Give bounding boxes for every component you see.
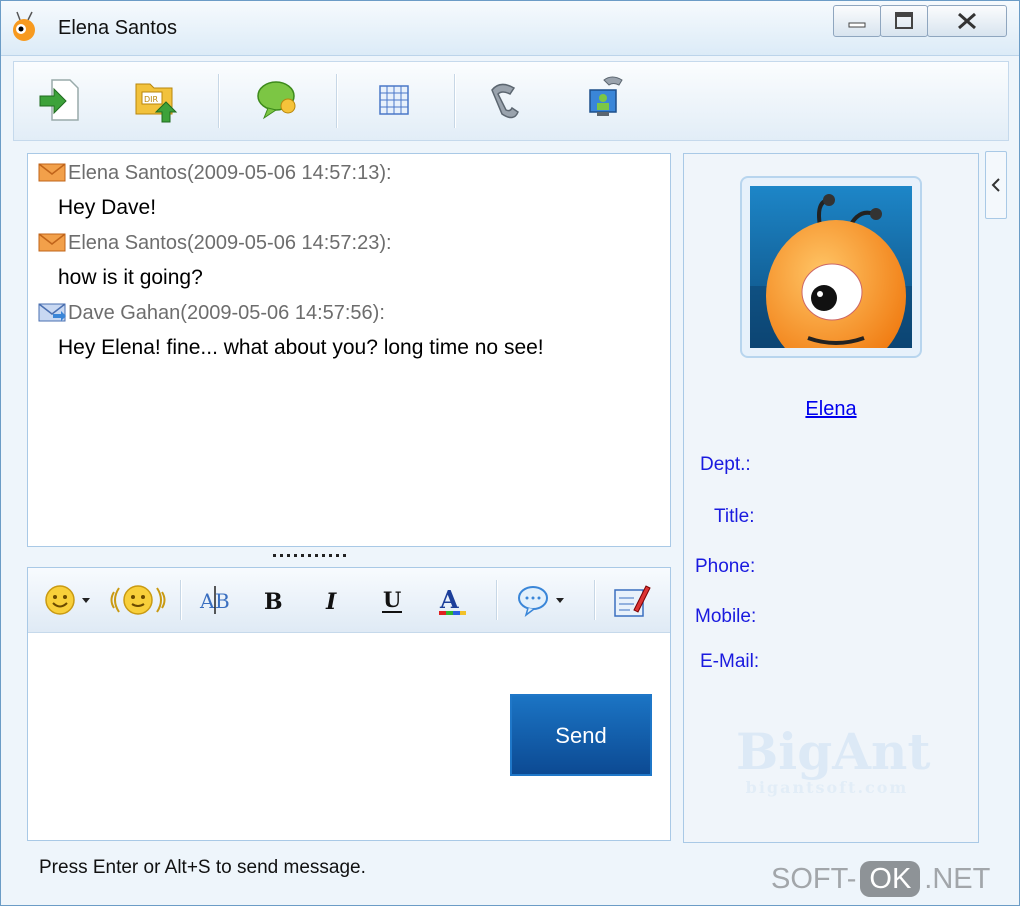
edit-note-icon — [614, 585, 651, 617]
toolbar-separator — [218, 74, 220, 128]
format-separator — [594, 580, 596, 620]
speech-bubble-icon — [518, 586, 564, 617]
font-button[interactable]: A B — [198, 582, 234, 618]
chevron-left-icon — [991, 178, 1000, 192]
phone-label: Phone: — [695, 556, 756, 577]
font-color-button[interactable]: A — [436, 582, 470, 618]
svg-text:DIR: DIR — [144, 95, 159, 104]
message-text: Hey Dave! — [58, 196, 157, 219]
message-sender-time: Dave Gahan(2009-05-06 14:57:56): — [68, 302, 385, 324]
video-call-icon — [589, 76, 623, 116]
chat-bubble-icon — [257, 81, 296, 120]
folder-upload-icon: DIR — [135, 83, 178, 123]
grid-icon — [379, 85, 409, 115]
splitter-grip[interactable] — [271, 551, 347, 559]
brand-name: BigAnt — [736, 722, 931, 781]
brand-logo: BigAnt bigantsoft.com — [736, 722, 931, 798]
contact-name-link[interactable]: Elena — [684, 398, 978, 421]
email-label: E-Mail: — [700, 651, 760, 672]
format-separator — [180, 580, 182, 620]
call-button[interactable] — [482, 72, 538, 128]
main-toolbar: DIR — [13, 61, 1009, 141]
nudge-button[interactable] — [110, 582, 166, 618]
svg-text:A: A — [439, 585, 459, 614]
bold-icon: B — [264, 589, 283, 615]
mobile-label: Mobile: — [695, 606, 757, 627]
send-file-button[interactable] — [32, 72, 88, 128]
title-label: Title: — [714, 506, 755, 527]
send-file-icon — [39, 79, 79, 121]
font-color-icon: A — [439, 585, 466, 615]
video-call-button[interactable] — [580, 72, 636, 128]
incoming-mail-icon — [38, 233, 66, 252]
toolbar-separator — [454, 74, 456, 128]
svg-text:A: A — [199, 589, 215, 613]
title-bar: Elena Santos — [1, 1, 1019, 56]
signature-button[interactable] — [612, 582, 652, 618]
grid-button[interactable] — [366, 72, 422, 128]
format-separator — [496, 580, 498, 620]
message-header: Elena Santos(2009-05-06 14:57:23): — [38, 232, 392, 255]
bold-button[interactable]: B — [260, 582, 290, 618]
close-button[interactable] — [927, 5, 1007, 37]
minimize-icon — [848, 22, 866, 28]
svg-text:B: B — [264, 589, 283, 615]
message-text: Hey Elena! fine... what about you? long … — [58, 336, 544, 359]
message-sender-time: Elena Santos(2009-05-06 14:57:23): — [68, 232, 392, 254]
window-title: Elena Santos — [58, 17, 177, 39]
chat-history[interactable]: Elena Santos(2009-05-06 14:57:13): Hey D… — [27, 153, 671, 547]
chat-window: Elena Santos DIR Elena Santos(2009-05-06… — [0, 0, 1020, 906]
message-header: Dave Gahan(2009-05-06 14:57:56): — [38, 302, 385, 325]
maximize-button[interactable] — [880, 5, 928, 37]
underline-icon: U — [382, 587, 402, 613]
svg-text:U: U — [383, 587, 401, 612]
svg-text:I: I — [325, 589, 337, 615]
app-ant-icon — [13, 11, 35, 41]
toolbar-separator — [336, 74, 338, 128]
message-text: how is it going? — [58, 266, 203, 289]
phone-icon — [491, 83, 519, 119]
message-sender-time: Elena Santos(2009-05-06 14:57:13): — [68, 162, 392, 184]
emoticon-button[interactable] — [42, 582, 94, 618]
collapse-panel-button[interactable] — [985, 151, 1007, 219]
avatar-frame — [740, 176, 922, 358]
dept-label: Dept.: — [700, 454, 751, 475]
quick-reply-button[interactable] — [516, 582, 568, 618]
font-icon: A B — [199, 586, 230, 614]
maximize-icon — [895, 12, 913, 29]
outgoing-mail-icon — [38, 303, 66, 322]
send-directory-button[interactable]: DIR — [128, 72, 184, 128]
smiley-icon — [45, 585, 90, 615]
send-button[interactable]: Send — [510, 694, 652, 776]
contact-profile-panel: Elena Dept.: Title: Phone: Mobile: E-Mai… — [683, 153, 979, 843]
minimize-button[interactable] — [833, 5, 881, 37]
watermark-pill: OK — [860, 861, 921, 897]
send-label: Send — [555, 723, 607, 748]
send-hint: Press Enter or Alt+S to send message. — [39, 857, 366, 878]
brand-site: bigantsoft.com — [745, 778, 909, 797]
message-header: Elena Santos(2009-05-06 14:57:13): — [38, 162, 392, 185]
watermark-left: SOFT- — [771, 863, 857, 895]
nudge-smiley-icon — [110, 585, 166, 615]
underline-button[interactable]: U — [378, 582, 408, 618]
incoming-mail-icon — [38, 163, 66, 182]
message-composer: A B B I U A Send — [27, 567, 671, 841]
avatar — [750, 186, 912, 348]
close-icon — [958, 12, 976, 30]
format-toolbar: A B B I U A — [28, 568, 670, 633]
watermark-right: .NET — [924, 863, 991, 895]
italic-icon: I — [325, 589, 337, 615]
svg-text:B: B — [215, 589, 230, 613]
message-button[interactable] — [250, 72, 306, 128]
site-watermark: SOFT- OK .NET — [771, 861, 990, 897]
italic-button[interactable]: I — [320, 582, 350, 618]
